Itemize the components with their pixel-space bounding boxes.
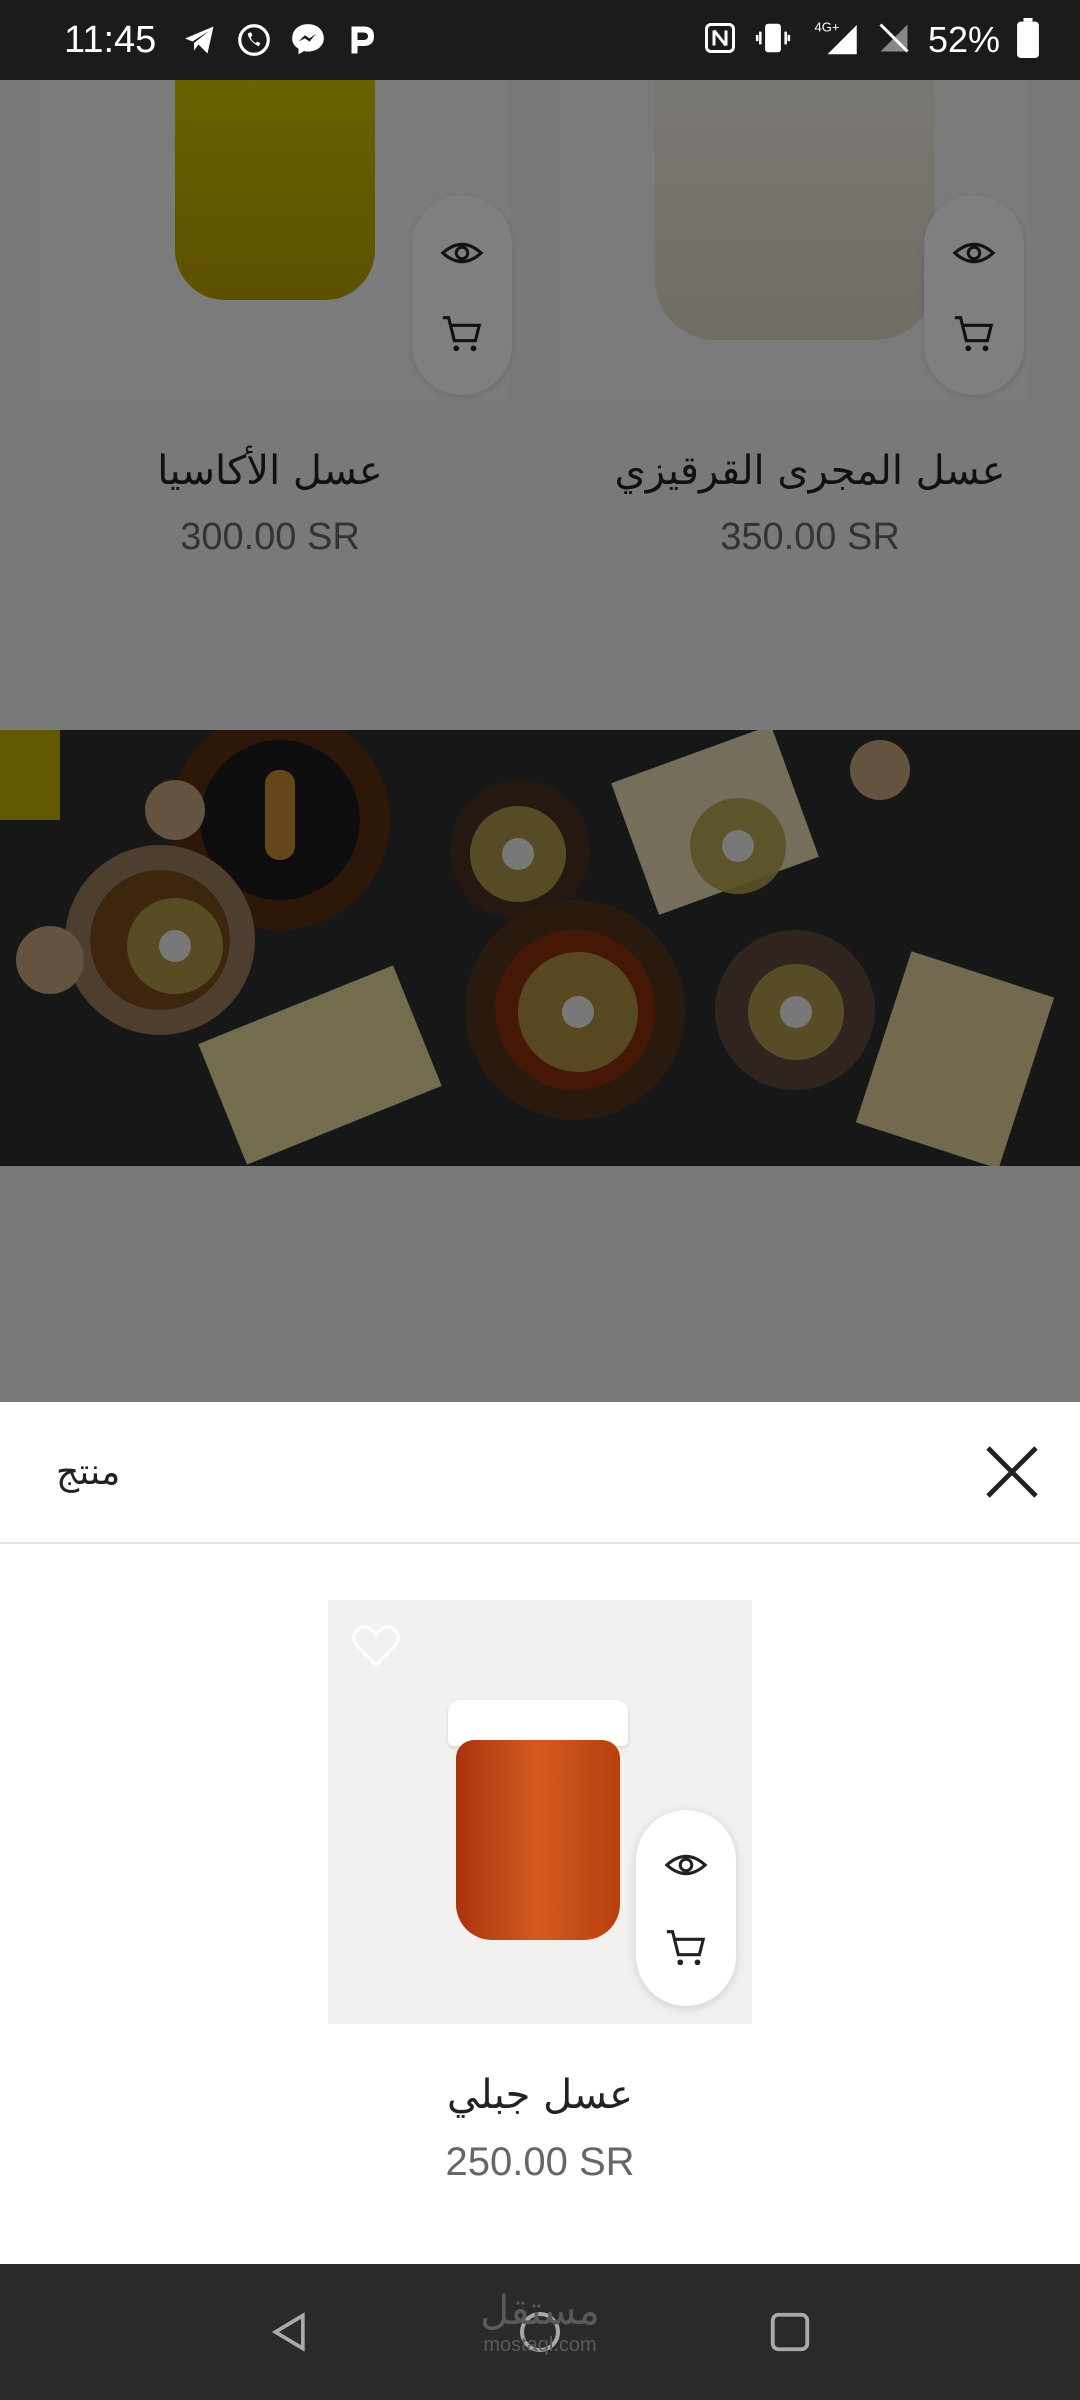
sheet-header: منتج [0,1402,1080,1544]
recents-button[interactable] [760,2302,820,2362]
cart-icon[interactable] [663,1924,709,1974]
battery-percent: 52% [927,19,1000,60]
signal-icon: 4G+ [808,18,860,62]
close-button[interactable] [980,1440,1044,1504]
status-app-icons [180,20,382,60]
product-bottom-sheet: منتج عسل جبلي 250.00 SR [0,1402,1080,2264]
modal-overlay[interactable] [0,80,1080,1402]
telegram-icon [180,20,220,60]
honey-jar-image [448,1700,628,1940]
battery-icon [1016,18,1040,62]
recents-icon [770,2312,810,2352]
sheet-title: منتج [56,1452,121,1493]
heart-icon[interactable] [348,1618,404,1678]
whatsapp-icon [234,20,274,60]
sheet-product-name[interactable]: عسل جبلي [0,2072,1080,2118]
background-page: عسل الأكاسيا 300.00 SR عسل المجرى القرقي… [0,80,1080,1402]
status-bar: 11:45 4G+ 52% [0,0,1080,80]
no-sim-icon [876,20,912,60]
watermark-latin: mostaql.com [483,2334,597,2356]
close-icon [986,1446,1038,1498]
status-system-icons: 4G+ 52% [702,18,1040,62]
back-icon [271,2312,305,2352]
sheet-product-image[interactable] [328,1600,752,2024]
product-actions [636,1810,736,2006]
watermark-arabic: مستقل [480,2288,600,2334]
network-type-label: 4G+ [814,20,839,35]
status-time: 11:45 [64,18,157,61]
nfc-icon [702,20,738,60]
vibrate-icon [754,19,792,61]
p-app-icon [342,20,382,60]
eye-icon[interactable] [663,1842,709,1892]
messenger-icon [288,20,328,60]
watermark: مستقل mostaql.com [470,2288,610,2357]
back-button[interactable] [260,2302,320,2362]
sheet-product-price: 250.00 SR [445,2140,635,2184]
